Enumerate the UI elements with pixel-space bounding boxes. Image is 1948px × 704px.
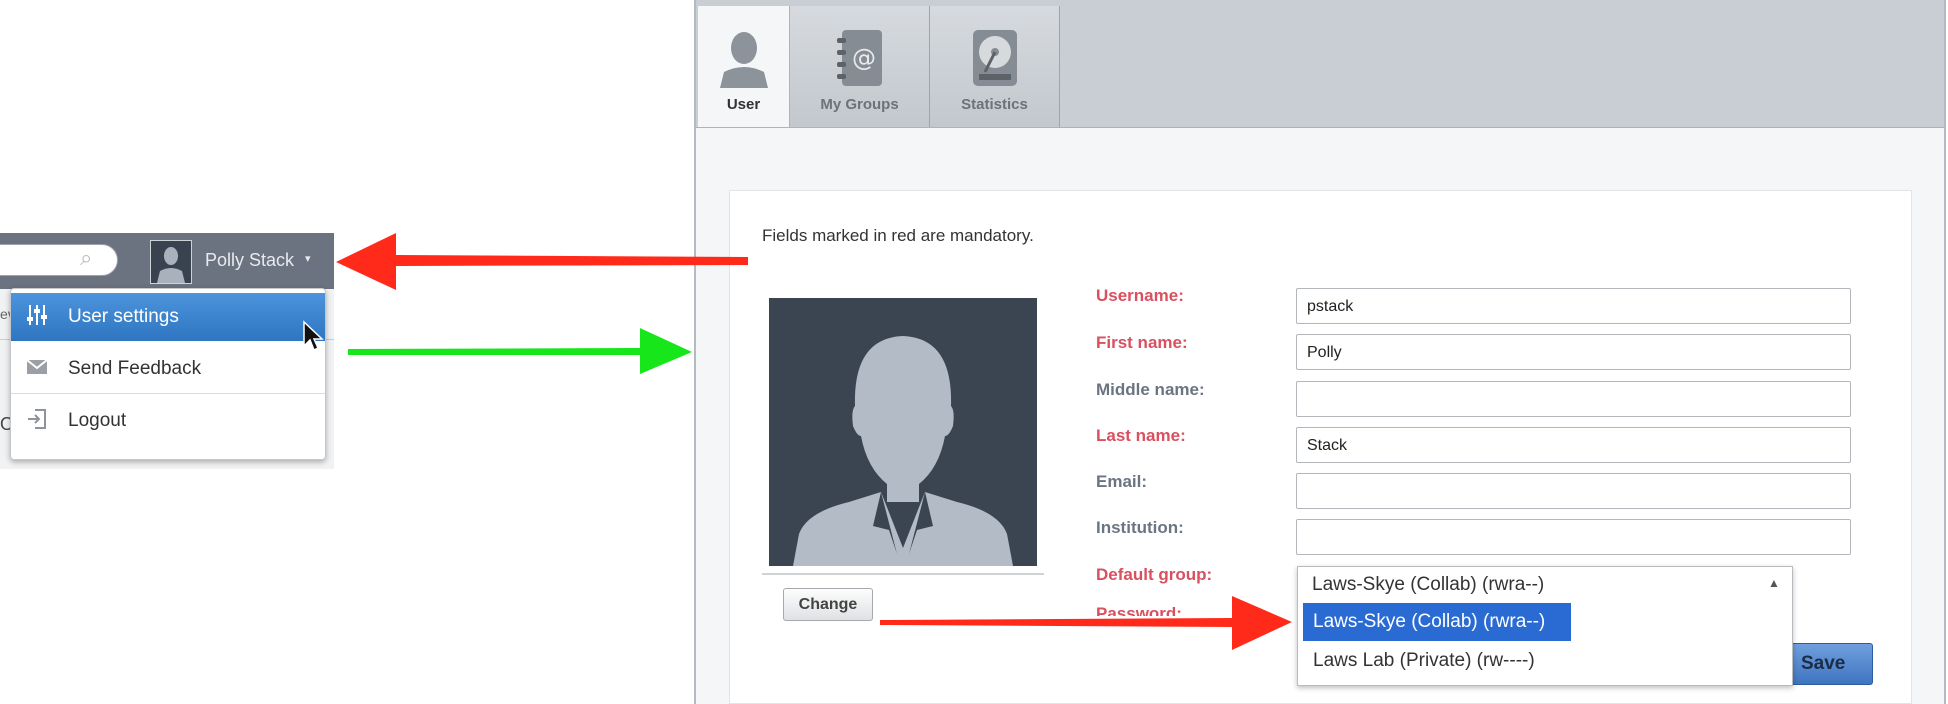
password-label: Password: <box>1096 604 1182 616</box>
red-arrow-icon <box>336 233 748 290</box>
chevron-up-icon[interactable]: ▲ <box>1768 576 1780 590</box>
tab-strip: User @ My Groups Statistics <box>696 0 1944 128</box>
user-dropdown-menu: User settings Send Feedback Logout <box>10 288 326 460</box>
menu-item-label: Logout <box>68 410 127 431</box>
user-silhouette-icon <box>793 336 1013 566</box>
sliders-icon <box>25 303 49 327</box>
tab-user[interactable]: User <box>698 6 790 127</box>
middle-name-label: Middle name: <box>1096 380 1205 399</box>
user-menu-toggle[interactable]: Polly Stack <box>205 250 294 271</box>
search-input[interactable] <box>0 244 118 276</box>
last-name-label: Last name: <box>1096 426 1186 445</box>
select-option-laws-lab[interactable]: Laws Lab (Private) (rw----) <box>1313 650 1535 672</box>
divider <box>762 573 1044 575</box>
hard-drive-icon <box>972 30 1017 86</box>
avatar[interactable] <box>150 240 192 284</box>
email-label: Email: <box>1096 472 1148 491</box>
tab-label: My Groups <box>820 96 899 113</box>
tab-statistics[interactable]: Statistics <box>930 6 1060 127</box>
search-icon[interactable]: ⌕ <box>80 247 100 269</box>
address-book-icon: @ <box>836 30 882 86</box>
menu-item-logout[interactable]: Logout <box>11 397 325 445</box>
save-button[interactable]: Save <box>1793 643 1873 685</box>
change-photo-button[interactable]: Change <box>783 588 873 621</box>
menu-item-user-settings[interactable]: User settings <box>11 293 325 341</box>
mandatory-fields-notice: Fields marked in red are mandatory. <box>762 226 1034 245</box>
last-name-field[interactable]: Stack <box>1296 427 1851 463</box>
institution-field[interactable] <box>1296 519 1851 555</box>
select-option-laws-skye[interactable]: Laws-Skye (Collab) (rwra--) <box>1303 603 1571 641</box>
username-label: Username: <box>1096 286 1184 305</box>
email-field[interactable] <box>1296 473 1851 509</box>
mouse-cursor-icon <box>303 320 324 352</box>
green-arrow-icon <box>348 328 692 374</box>
username-field[interactable]: pstack <box>1296 288 1851 324</box>
user-icon <box>719 32 768 88</box>
tab-label: User <box>726 96 761 113</box>
profile-photo <box>769 298 1037 566</box>
tab-my-groups[interactable]: @ My Groups <box>790 6 930 127</box>
tab-label: Statistics <box>961 96 1028 113</box>
menu-item-label: User settings <box>68 306 179 327</box>
institution-label: Institution: <box>1096 518 1184 537</box>
menu-item-send-feedback[interactable]: Send Feedback <box>11 345 325 394</box>
first-name-label: First name: <box>1096 333 1188 352</box>
user-silhouette-icon <box>157 247 185 283</box>
menu-item-label: Send Feedback <box>68 358 202 379</box>
default-group-current-value[interactable]: Laws-Skye (Collab) (rwra--) <box>1312 574 1544 596</box>
envelope-icon <box>25 355 49 379</box>
chevron-down-icon[interactable]: ▾ <box>305 252 311 265</box>
first-name-field[interactable]: Polly <box>1296 334 1851 370</box>
logout-icon <box>25 407 49 431</box>
middle-name-field[interactable] <box>1296 381 1851 417</box>
svg-text:@: @ <box>852 44 876 72</box>
default-group-label: Default group: <box>1096 565 1213 584</box>
